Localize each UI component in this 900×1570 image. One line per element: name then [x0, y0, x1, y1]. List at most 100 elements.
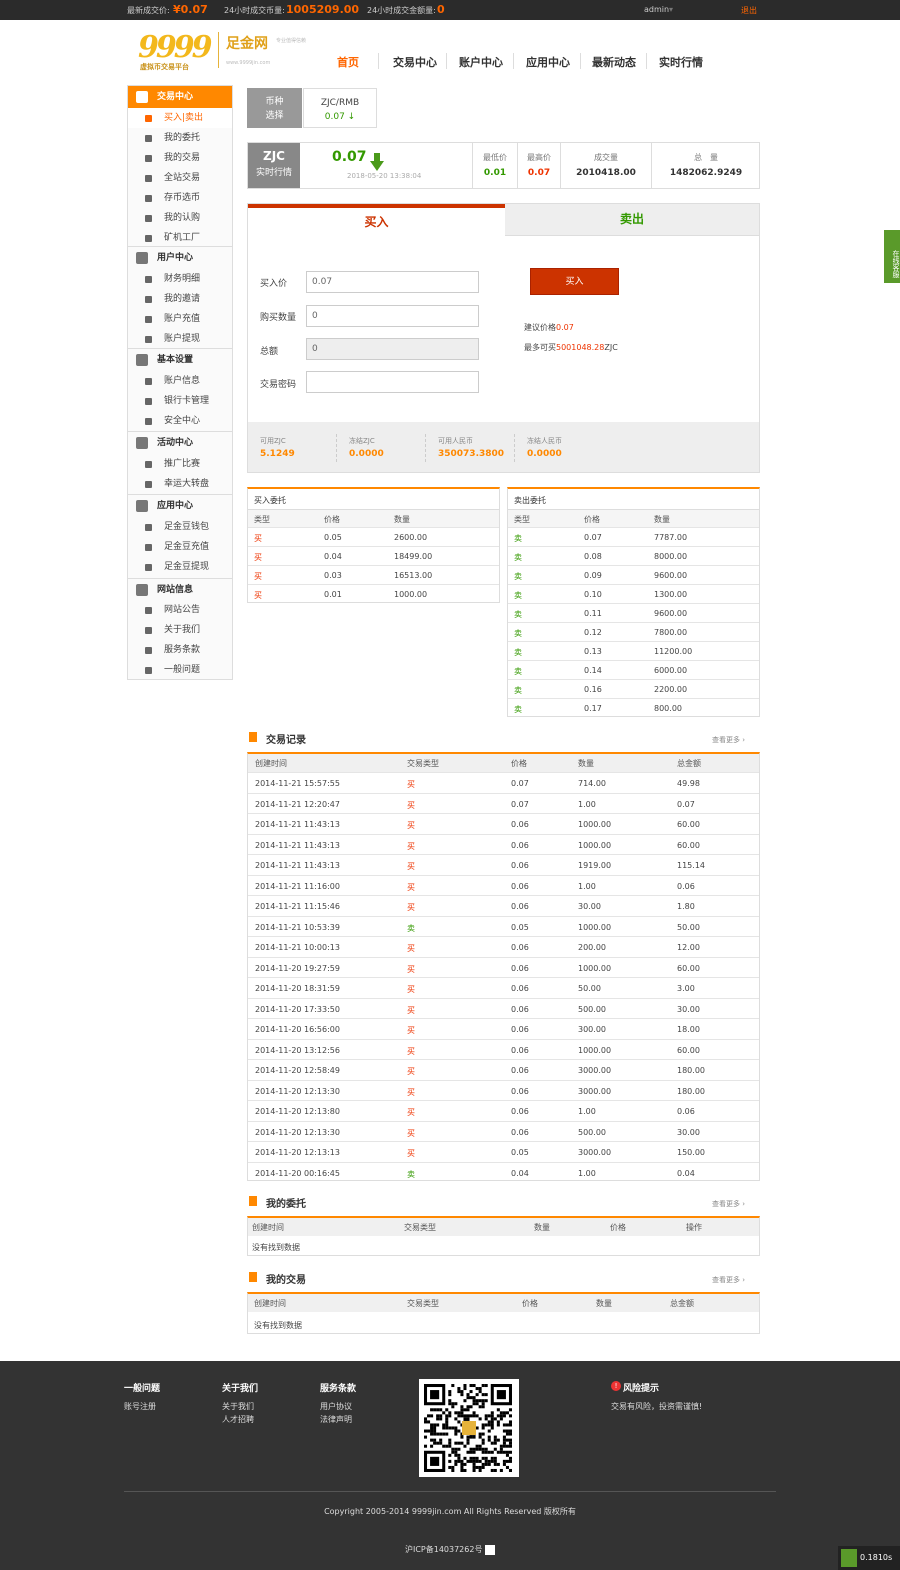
cell-amount: 16513.00 [394, 571, 433, 580]
nav-news[interactable]: 最新动态 [592, 54, 636, 70]
table-row[interactable]: 买 0.04 18499.00 [248, 546, 499, 565]
cell-type: 买 [407, 1067, 415, 1076]
table-row[interactable]: 卖 0.10 1300.00 [508, 584, 759, 603]
table-row[interactable]: 买 0.01 1000.00 [248, 584, 499, 603]
cell-type: 买 [407, 821, 415, 830]
table-row[interactable]: 2014-11-21 10:53:39 卖 0.05 1000.00 50.00 [248, 915, 759, 937]
table-row[interactable]: 2014-11-20 19:27:59 买 0.06 1000.00 60.00 [248, 956, 759, 978]
table-row[interactable]: 2014-11-21 11:43:13 买 0.06 1000.00 60.00 [248, 813, 759, 834]
table-row[interactable]: 买 0.03 16513.00 [248, 565, 499, 584]
table-row[interactable]: 2014-11-21 10:00:13 买 0.06 200.00 12.00 [248, 936, 759, 957]
sidebar-item-finance[interactable]: 财务明细 [128, 269, 232, 289]
empty-message: 没有找到数据 [252, 1243, 300, 1252]
table-row[interactable]: 2014-11-20 12:13:30 买 0.06 500.00 30.00 [248, 1120, 759, 1142]
sidebar-item-label: 银行卡管理 [164, 396, 210, 406]
table-row[interactable]: 2014-11-20 13:12:56 买 0.06 1000.00 60.00 [248, 1038, 759, 1060]
nav-account-center[interactable]: 账户中心 [459, 54, 503, 70]
nav-market[interactable]: 实时行情 [659, 54, 703, 70]
sidebar-item-account-info[interactable]: 账户信息 [128, 371, 232, 391]
table-row[interactable]: 2014-11-20 12:13:13 买 0.05 3000.00 150.00 [248, 1141, 759, 1162]
table-row[interactable]: 2014-11-20 12:13:30 买 0.06 3000.00 180.00 [248, 1079, 759, 1101]
records-table: 创建时间 交易类型 价格 数量 总金额 2014-11-21 15:57:55 买… [247, 752, 760, 1181]
table-row[interactable]: 2014-11-21 12:20:47 买 0.07 1.00 0.07 [248, 792, 759, 814]
table-row[interactable]: 卖 0.09 9600.00 [508, 565, 759, 584]
table-row[interactable]: 2014-11-20 12:58:49 买 0.06 3000.00 180.00 [248, 1059, 759, 1080]
sidebar-item-all-trades[interactable]: 全站交易 [128, 168, 232, 188]
table-row[interactable]: 卖 0.08 8000.00 [508, 546, 759, 565]
footer-link-jobs[interactable]: 人才招聘 [222, 1414, 254, 1425]
cell-price: 0.06 [511, 820, 529, 829]
table-row[interactable]: 2014-11-20 12:13:80 买 0.06 1.00 0.06 [248, 1100, 759, 1121]
sidebar-item-deposit-coin[interactable]: 存币选币 [128, 188, 232, 208]
sidebar-item-invite[interactable]: 我的邀请 [128, 289, 232, 309]
table-row[interactable]: 买 0.05 2600.00 [248, 527, 499, 546]
footer-link-agreement[interactable]: 用户协议 [320, 1401, 352, 1412]
sidebar-group-label: 活动中心 [157, 438, 194, 448]
list-icon [249, 1196, 257, 1206]
buy-button[interactable]: 买入 [530, 268, 619, 295]
my-trades-more-link[interactable]: 查看更多 › [712, 1275, 745, 1285]
sidebar-item-faq[interactable]: 一般问题 [128, 660, 232, 680]
sidebar-item-bean-withdraw[interactable]: 足金豆提现 [128, 557, 232, 577]
sidebar-group-user[interactable]: 用户中心 [128, 246, 232, 268]
price-input[interactable]: 0.07 [306, 271, 479, 293]
sidebar-item-my-trades[interactable]: 我的交易 [128, 148, 232, 168]
table-row[interactable]: 2014-11-20 00:16:45 卖 0.04 1.00 0.04 [248, 1161, 759, 1183]
records-more-link[interactable]: 查看更多 › [712, 735, 745, 745]
tab-buy[interactable]: 买入 [248, 204, 505, 236]
sidebar-item-bean-wallet[interactable]: 足金豆钱包 [128, 517, 232, 537]
table-row[interactable]: 2014-11-20 17:33:50 买 0.06 500.00 30.00 [248, 997, 759, 1019]
sidebar-item-promo-contest[interactable]: 推广比赛 [128, 454, 232, 474]
nav-trade-center[interactable]: 交易中心 [393, 54, 437, 70]
table-row[interactable]: 2014-11-21 15:57:55 买 0.07 714.00 49.98 [248, 772, 759, 793]
table-row[interactable]: 卖 0.11 9600.00 [508, 603, 759, 622]
cell-type: 买 [407, 1108, 415, 1117]
online-service-tab[interactable]: 在线客服 [884, 230, 900, 283]
sidebar-item-security[interactable]: 安全中心 [128, 411, 232, 431]
my-orders-more-link[interactable]: 查看更多 › [712, 1199, 745, 1209]
sidebar-group-site-info[interactable]: 网站信息 [128, 578, 232, 600]
footer-link-about[interactable]: 关于我们 [222, 1401, 254, 1412]
sidebar-item-my-orders[interactable]: 我的委托 [128, 128, 232, 148]
sidebar-item-about[interactable]: 关于我们 [128, 620, 232, 640]
sidebar-group-settings[interactable]: 基本设置 [128, 348, 232, 370]
table-row[interactable]: 卖 0.14 6000.00 [508, 660, 759, 679]
table-row[interactable]: 2014-11-21 11:43:13 买 0.06 1000.00 60.00 [248, 833, 759, 855]
table-row[interactable]: 卖 0.16 2200.00 [508, 679, 759, 698]
sidebar-item-bank-card[interactable]: 银行卡管理 [128, 391, 232, 411]
footer-link-legal[interactable]: 法律声明 [320, 1414, 352, 1425]
tab-sell[interactable]: 卖出 [505, 204, 759, 236]
stats-icon[interactable] [485, 1544, 496, 1555]
table-row[interactable]: 卖 0.17 800.00 [508, 698, 759, 717]
icp-link[interactable]: 沪ICP备14037262号 [405, 1545, 483, 1554]
sidebar-item-miner[interactable]: 矿机工厂 [128, 228, 232, 248]
nav-home[interactable]: 首页 [337, 54, 359, 70]
sidebar-item-recharge[interactable]: 账户充值 [128, 309, 232, 329]
table-row[interactable]: 2014-11-21 11:16:00 买 0.06 1.00 0.06 [248, 874, 759, 896]
sidebar-group-activity[interactable]: 活动中心 [128, 431, 232, 453]
table-row[interactable]: 2014-11-21 11:15:46 买 0.06 30.00 1.80 [248, 895, 759, 916]
sidebar-item-buy-sell[interactable]: 买入|卖出 [128, 108, 232, 128]
table-row[interactable]: 卖 0.13 11200.00 [508, 641, 759, 660]
user-menu[interactable]: admin [644, 5, 669, 14]
table-row[interactable]: 2014-11-20 18:31:59 买 0.06 50.00 3.00 [248, 977, 759, 998]
sidebar-group-trade[interactable]: 交易中心 [128, 86, 232, 108]
table-row[interactable]: 2014-11-21 11:43:13 买 0.06 1919.00 115.14 [248, 854, 759, 875]
sidebar-item-withdraw[interactable]: 账户提现 [128, 329, 232, 349]
coin-option-zjc[interactable]: ZJC/RMB 0.07 ↓ [303, 88, 377, 128]
sidebar-item-subscribe[interactable]: 我的认购 [128, 208, 232, 228]
amount-input[interactable]: 0 [306, 305, 479, 327]
table-row[interactable]: 卖 0.07 7787.00 [508, 527, 759, 546]
trade-password-input[interactable] [306, 371, 479, 393]
sidebar-item-notice[interactable]: 网站公告 [128, 600, 232, 620]
cell-total: 18.00 [677, 1025, 700, 1034]
table-row[interactable]: 卖 0.12 7800.00 [508, 622, 759, 641]
sidebar-item-lucky-wheel[interactable]: 幸运大转盘 [128, 474, 232, 494]
sidebar-item-bean-recharge[interactable]: 足金豆充值 [128, 537, 232, 557]
sidebar-group-apps[interactable]: 应用中心 [128, 494, 232, 516]
sidebar-item-terms[interactable]: 服务条款 [128, 640, 232, 660]
logout-link[interactable]: 退出 [741, 5, 757, 16]
table-row[interactable]: 2014-11-20 16:56:00 买 0.06 300.00 18.00 [248, 1018, 759, 1039]
footer-link-register[interactable]: 账号注册 [124, 1401, 156, 1412]
nav-app-center[interactable]: 应用中心 [526, 54, 570, 70]
